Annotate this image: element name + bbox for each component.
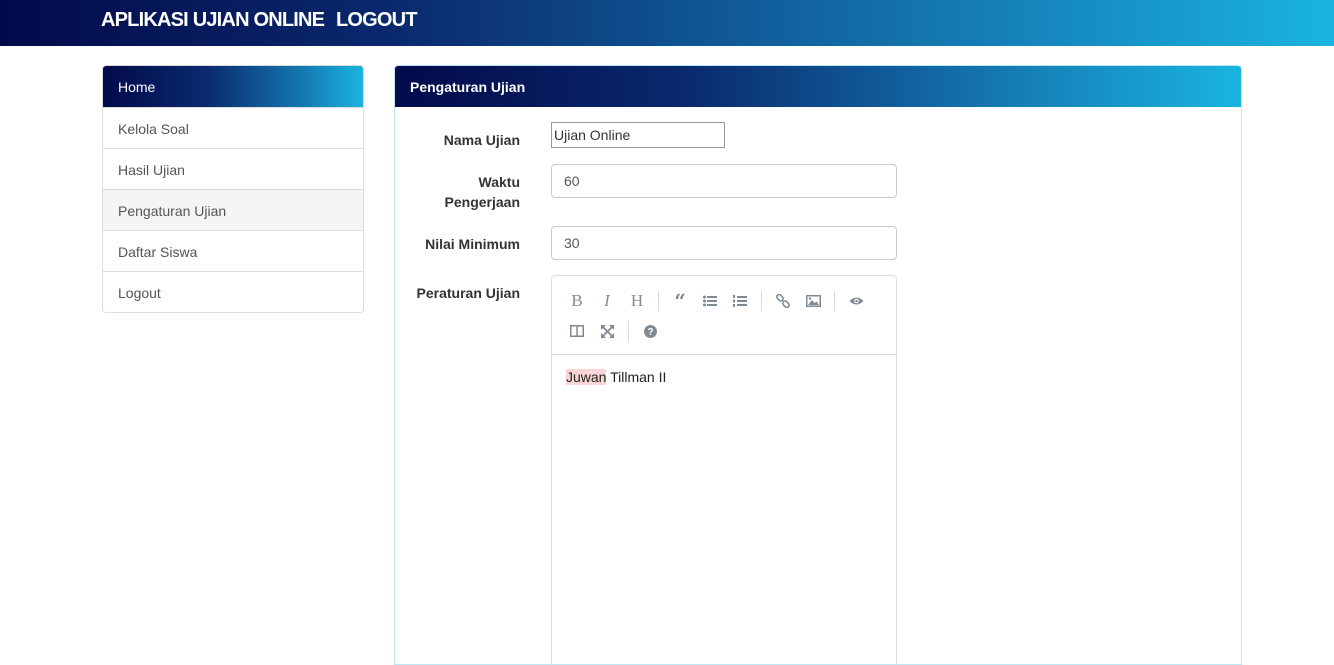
sidebar: Home Kelola Soal Hasil Ujian Pengaturan … [102,65,364,313]
waktu-label-line2: Pengerjaan [444,194,520,210]
top-navbar: APLIKASI UJIAN ONLINE LOGOUT [0,0,1334,46]
toolbar-separator [834,291,835,311]
nilai-minimum-label: Nilai Minimum [425,236,520,252]
link-icon[interactable] [768,286,798,316]
markdown-editor: B I H “ ? Juwan Tillman II [551,275,897,664]
fullscreen-icon[interactable] [592,316,622,346]
preview-icon[interactable] [841,286,871,316]
toolbar-separator [628,321,629,341]
nama-ujian-input[interactable] [551,122,725,148]
spellcheck-highlight: Juwan [566,369,607,385]
peraturan-ujian-label: Peraturan Ujian [416,285,520,301]
image-icon[interactable] [798,286,828,316]
editor-text: Tillman II [606,369,667,385]
sidebar-item-pengaturan-ujian[interactable]: Pengaturan Ujian [103,189,363,230]
sidebar-item-home[interactable]: Home [103,66,363,107]
toolbar-separator [761,291,762,311]
quote-icon[interactable]: “ [665,286,695,316]
toolbar-separator [658,291,659,311]
help-icon[interactable]: ? [635,316,665,346]
svg-text:?: ? [647,327,653,338]
waktu-pengerjaan-input[interactable] [551,164,897,198]
editor-content[interactable]: Juwan Tillman II [552,355,896,399]
editor-toolbar: B I H “ ? [552,276,896,355]
settings-panel: Pengaturan Ujian Nama Ujian Waktu Penger… [394,65,1242,665]
ordered-list-icon[interactable] [725,286,755,316]
panel-title: Pengaturan Ujian [395,66,1241,107]
nama-ujian-label: Nama Ujian [443,132,520,148]
bold-icon[interactable]: B [562,286,592,316]
sidebar-item-daftar-siswa[interactable]: Daftar Siswa [103,230,363,271]
sidebar-item-logout[interactable]: Logout [103,271,363,312]
waktu-label-line1: Waktu [478,174,520,190]
side-by-side-icon[interactable] [562,316,592,346]
heading-icon[interactable]: H [622,286,652,316]
sidebar-item-hasil-ujian[interactable]: Hasil Ujian [103,148,363,189]
logout-link[interactable]: LOGOUT [336,9,418,32]
sidebar-item-kelola-soal[interactable]: Kelola Soal [103,107,363,148]
italic-icon[interactable]: I [592,286,622,316]
nilai-minimum-input[interactable] [551,226,897,260]
app-brand[interactable]: APLIKASI UJIAN ONLINE [101,9,325,32]
unordered-list-icon[interactable] [695,286,725,316]
